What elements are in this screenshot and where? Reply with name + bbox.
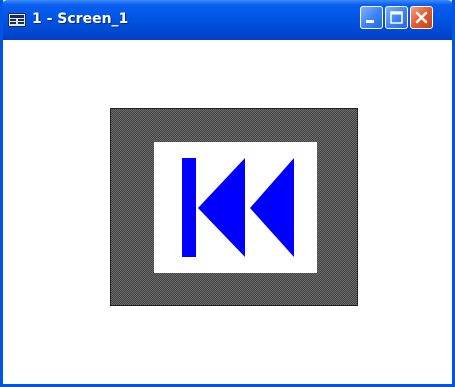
maximize-button[interactable] (385, 6, 408, 29)
skip-to-start-button[interactable] (110, 108, 358, 306)
close-button[interactable] (410, 6, 433, 29)
close-icon (415, 11, 428, 24)
app-window-icon[interactable] (8, 13, 26, 27)
skip-to-start-icon (182, 158, 294, 257)
minimize-icon (366, 20, 374, 23)
screen-canvas (3, 40, 452, 384)
title-bar[interactable]: 1 - Screen_1 (3, 0, 452, 40)
app-window: 1 - Screen_1 (0, 0, 455, 387)
maximize-icon (390, 11, 403, 24)
window-title: 1 - Screen_1 (32, 11, 129, 27)
button-face (154, 142, 317, 273)
minimize-button[interactable] (360, 6, 383, 29)
